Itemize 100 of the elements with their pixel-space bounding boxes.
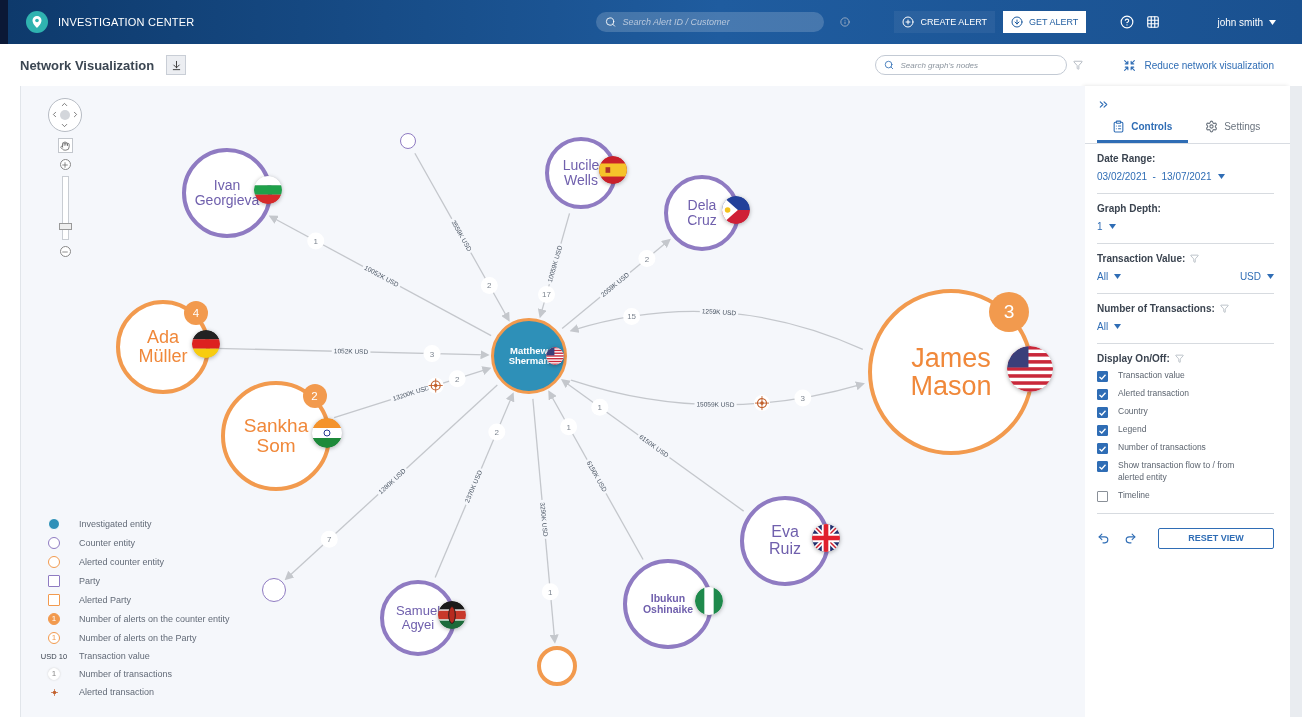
entity-name: James Mason <box>910 343 992 401</box>
filter-icon[interactable] <box>1190 254 1200 263</box>
alert-count-badge: 2 <box>302 384 327 409</box>
section-label: Display On/Off: <box>1097 353 1170 364</box>
checkbox[interactable] <box>1097 371 1108 382</box>
counter-entity-node[interactable] <box>400 133 416 149</box>
date-range-dropdown[interactable]: 03/02/2021 - 13/07/2021 <box>1097 171 1274 182</box>
caret-icon <box>1114 274 1122 279</box>
undo-button[interactable] <box>1097 531 1110 545</box>
zoom-thumb[interactable] <box>58 222 72 230</box>
info-icon[interactable] <box>840 17 851 27</box>
search-icon <box>884 60 895 70</box>
redo-button[interactable] <box>1124 531 1137 545</box>
transaction-count: 3 <box>423 345 441 363</box>
party-alert-symbol: 1 <box>48 632 60 644</box>
reduce-visualization-link[interactable]: Reduce network visualization <box>1123 58 1274 72</box>
entity-name: Ibukun Oshinaike <box>642 593 694 615</box>
filter-icon[interactable] <box>1073 60 1084 70</box>
filter-icon[interactable] <box>1219 304 1229 313</box>
counter-entity-node[interactable]: Dela Cruz <box>664 175 740 251</box>
legend-label: Number of transactions <box>79 669 173 679</box>
apps-grid-icon[interactable] <box>1146 15 1161 29</box>
transaction-count: 2 <box>480 276 498 294</box>
alert-count-symbol: 1 <box>48 613 60 625</box>
download-button[interactable] <box>166 55 187 75</box>
counter-entity-node[interactable]: Eva Ruiz <box>740 496 830 586</box>
entity-name: Sankha Som <box>243 416 309 456</box>
counter-entity-node[interactable]: Lucile Wells <box>545 137 617 209</box>
counter-entity-node[interactable]: Samuel Agyei <box>380 580 456 656</box>
hand-tool-button[interactable] <box>57 138 73 153</box>
counter-entity-node[interactable] <box>262 578 286 602</box>
checkbox[interactable] <box>1097 389 1108 400</box>
chevron-up-icon[interactable] <box>60 100 69 109</box>
shrink-icon <box>1123 58 1137 72</box>
checkbox[interactable] <box>1097 443 1108 454</box>
alert-count-badge: 3 <box>989 292 1030 333</box>
party-icon <box>48 575 60 587</box>
entity-name: Samuel Agyei <box>395 604 441 632</box>
currency-dropdown[interactable]: USD <box>1239 271 1274 282</box>
transaction-count: 2 <box>638 250 656 268</box>
panel-tab[interactable]: Settings <box>1187 113 1278 143</box>
entity-name: Dela Cruz <box>687 198 717 228</box>
filter-icon[interactable] <box>1174 354 1184 363</box>
pan-control[interactable] <box>48 98 82 132</box>
node-search-field[interactable]: Search graph's nodes <box>875 55 1068 75</box>
download-icon <box>170 59 182 71</box>
settings-icon <box>1205 120 1219 133</box>
logo-icon <box>26 11 48 33</box>
scrollbar-track[interactable] <box>1290 86 1302 717</box>
reset-view-button[interactable]: RESET VIEW <box>1158 527 1274 549</box>
transaction-count: 1 <box>560 418 578 436</box>
create-alert-button[interactable]: CREATE ALERT <box>894 11 996 33</box>
investigated-entity-icon <box>48 518 60 530</box>
legend-label: Party <box>79 576 100 586</box>
transaction-count: 3 <box>794 389 812 407</box>
entity-name: Ada Müller <box>138 328 188 366</box>
zoom-slider[interactable] <box>61 176 69 240</box>
graph-depth-dropdown[interactable]: 1 <box>1097 221 1274 232</box>
checkbox-label: Show transaction flow to / from alerted entity <box>1118 460 1236 484</box>
checkbox[interactable] <box>1097 407 1108 418</box>
checkbox[interactable] <box>1097 425 1108 436</box>
page-title: Network Visualization <box>20 57 155 73</box>
download-icon <box>1011 16 1024 28</box>
transaction-count: 17 <box>538 285 555 303</box>
help-icon[interactable] <box>1120 15 1135 29</box>
transaction-count: 1 <box>307 232 325 250</box>
caret-icon <box>1217 174 1225 179</box>
panel-tab[interactable]: Controls <box>1097 113 1188 143</box>
chevron-down-icon[interactable] <box>60 121 69 130</box>
chevron-left-icon[interactable] <box>50 110 59 119</box>
count-symbol: 1 <box>48 668 60 680</box>
get-alert-button[interactable]: GET ALERT <box>1003 11 1087 33</box>
alert-count-badge: 4 <box>183 301 208 326</box>
caret-icon <box>1108 224 1116 229</box>
zoom-in-button[interactable] <box>59 159 71 170</box>
checkbox[interactable] <box>1097 461 1108 472</box>
legend-label: Number of alerts on the counter entity <box>79 614 230 624</box>
legend-label: Investigated entity <box>79 519 152 529</box>
caret-icon <box>1269 19 1276 25</box>
transaction-count: 2 <box>448 370 466 388</box>
checkbox-label: Number of transactions <box>1118 442 1207 454</box>
plus-icon <box>902 16 915 28</box>
checkbox-label: Timeline <box>1118 489 1151 502</box>
checkbox-label: Alerted transaction <box>1118 388 1190 400</box>
user-menu[interactable]: john smith <box>1211 15 1282 29</box>
value-dropdown[interactable]: All <box>1097 271 1122 282</box>
zoom-out-button[interactable] <box>59 246 71 257</box>
chevron-right-icon[interactable] <box>71 110 80 119</box>
section-label: Graph Depth: <box>1097 203 1162 214</box>
app-title: INVESTIGATION CENTER <box>58 16 195 28</box>
checkbox-label: Transaction value <box>1118 370 1186 382</box>
entity-name: Eva Ruiz <box>769 524 801 558</box>
checkbox[interactable] <box>1097 490 1108 502</box>
counter-entity-node[interactable]: Ibukun Oshinaike <box>623 559 713 649</box>
count-dropdown[interactable]: All <box>1097 321 1274 332</box>
investigated-entity-node[interactable]: Matthew Sherman <box>491 318 567 394</box>
alerted-entity-node[interactable] <box>537 646 577 686</box>
transaction-count: 2 <box>488 423 506 441</box>
counter-entity-node[interactable]: Ivan Georgieva <box>182 148 272 238</box>
transaction-count: 1 <box>591 398 609 416</box>
